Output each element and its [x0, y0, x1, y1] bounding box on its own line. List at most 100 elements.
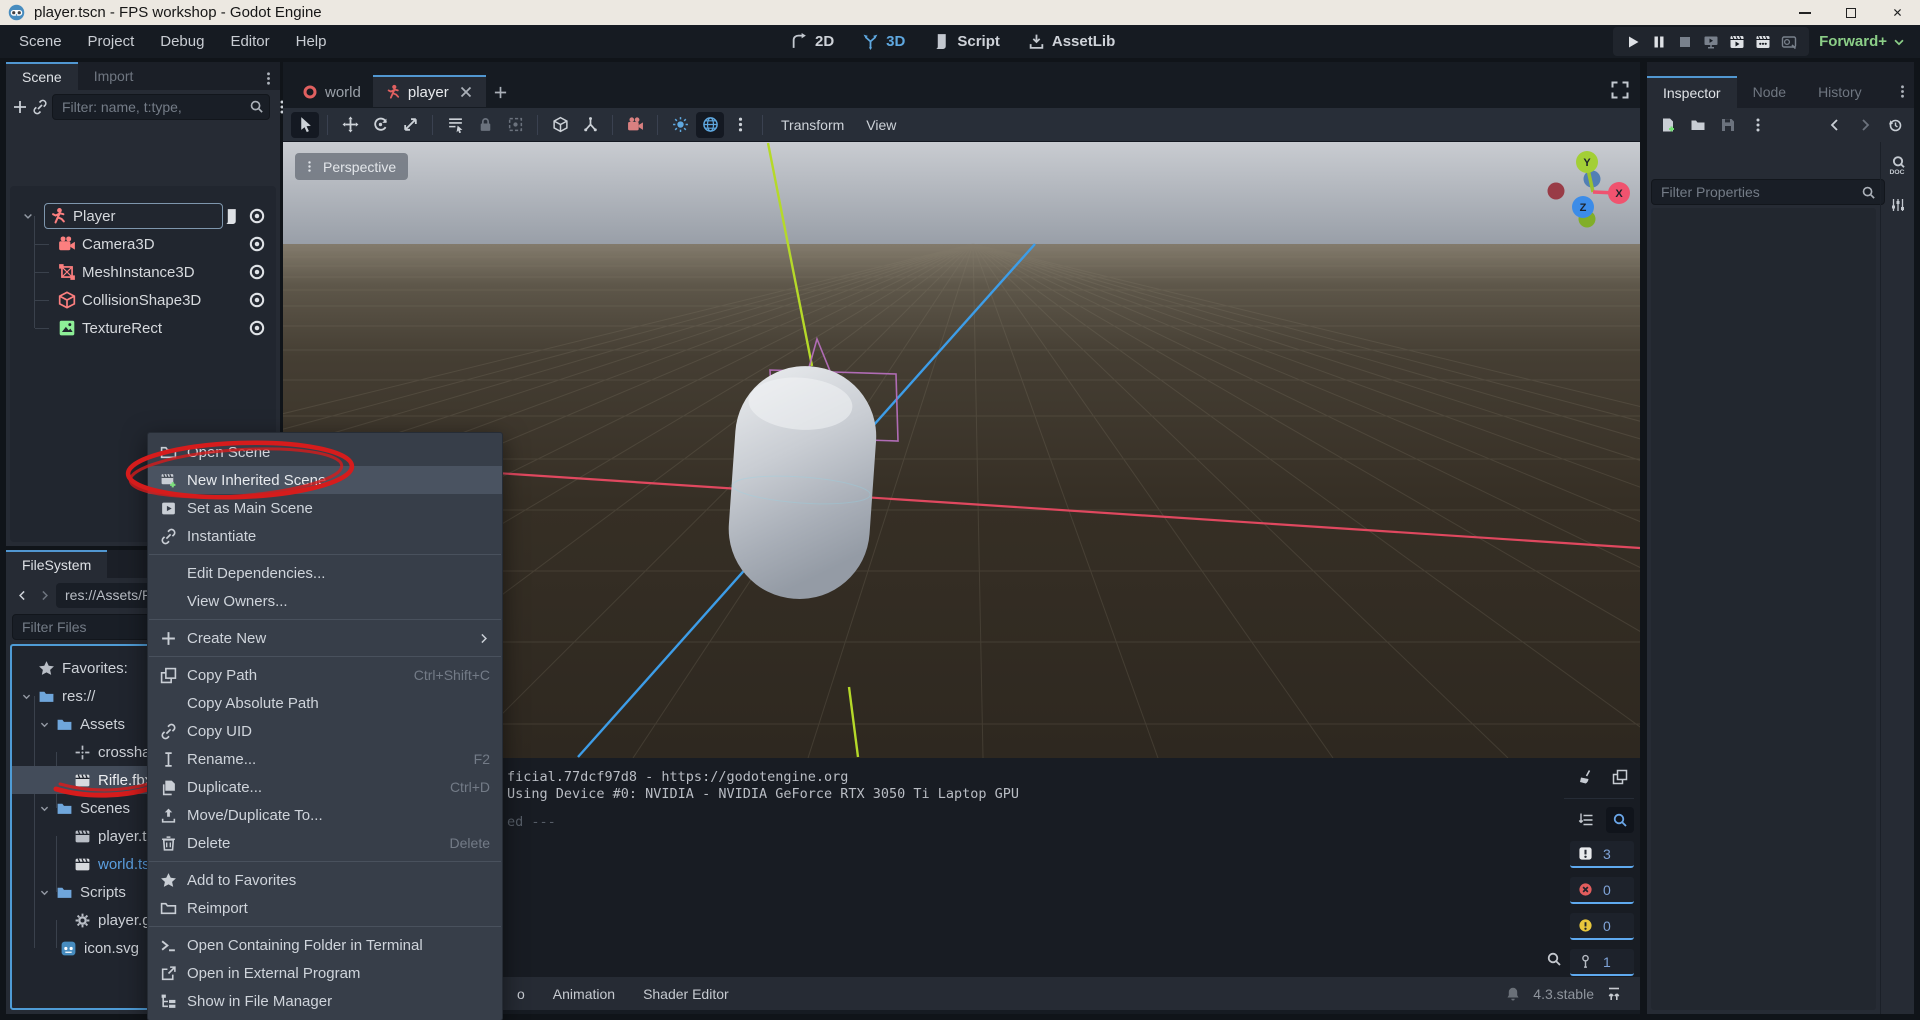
context-menu-item-reimport[interactable]: Reimport — [148, 894, 502, 922]
context-menu-item-move-duplicate-to[interactable]: Move/Duplicate To... — [148, 801, 502, 829]
debugger-badge-warning-square[interactable]: 3 — [1570, 841, 1634, 868]
scene-tree-node-player[interactable]: Player — [10, 202, 276, 230]
debugger-badge-message-pin[interactable]: 1 — [1570, 949, 1634, 976]
dock-options-dots[interactable] — [1890, 79, 1914, 103]
movie-maker-button[interactable] — [1776, 29, 1802, 55]
context-menu-item-delete[interactable]: DeleteDelete — [148, 829, 502, 857]
instantiate-scene-button[interactable] — [32, 94, 48, 120]
scale-tool[interactable] — [396, 112, 424, 138]
remote-debug-button[interactable] — [1698, 29, 1724, 55]
select-tool[interactable] — [291, 112, 319, 138]
context-menu-item-add-to-favorites[interactable]: Add to Favorites — [148, 866, 502, 894]
visibility-eye-icon[interactable] — [248, 291, 266, 309]
context-menu-item-create-new[interactable]: Create New — [148, 624, 502, 652]
viewport-menu-transform[interactable]: Transform — [771, 117, 854, 133]
snap-toggle[interactable] — [546, 112, 574, 138]
visibility-eye-icon[interactable] — [248, 235, 266, 253]
context-menu-item-open-containing-folder-in-terminal[interactable]: Open Containing Folder in Terminal — [148, 931, 502, 959]
node-name-box[interactable]: Player — [44, 203, 223, 229]
load-resource-button[interactable] — [1685, 112, 1711, 138]
new-resource-button[interactable] — [1655, 112, 1681, 138]
play-button[interactable] — [1620, 29, 1646, 55]
scene-tab-player[interactable]: player — [373, 75, 486, 107]
workspace-assetlib[interactable]: AssetLib — [1018, 25, 1125, 58]
nav-forward-button[interactable] — [34, 583, 54, 607]
new-scene-tab-button[interactable] — [486, 76, 516, 108]
debugger-badge-warning-circle[interactable]: 0 — [1570, 913, 1634, 940]
visibility-eye-icon[interactable] — [248, 207, 266, 225]
scene-filter-input[interactable] — [52, 94, 270, 120]
workspace-script[interactable]: Script — [923, 25, 1010, 58]
chevron-down-icon[interactable] — [39, 803, 50, 814]
renderer-selector[interactable]: Forward+ — [1819, 33, 1906, 50]
tab-history[interactable]: History — [1802, 76, 1878, 108]
menu-project[interactable]: Project — [75, 25, 148, 58]
view-options-dots[interactable] — [726, 112, 754, 138]
visibility-eye-icon[interactable] — [248, 263, 266, 281]
notification-bell-icon[interactable] — [1505, 986, 1521, 1002]
scene-tab-world[interactable]: world — [290, 76, 373, 108]
sun-toggle[interactable] — [666, 112, 694, 138]
menu-help[interactable]: Help — [283, 25, 340, 58]
search-docs-button[interactable]: DOC — [1885, 152, 1911, 178]
list-select-tool[interactable] — [441, 112, 469, 138]
clear-output-button[interactable] — [1572, 764, 1600, 790]
chevron-down-icon[interactable] — [22, 210, 34, 222]
menu-editor[interactable]: Editor — [217, 25, 282, 58]
object-history-button[interactable] — [1882, 112, 1908, 138]
copy-output-button[interactable] — [1606, 764, 1634, 790]
local-space-toggle[interactable] — [576, 112, 604, 138]
context-menu-item-copy-uid[interactable]: Copy UID — [148, 717, 502, 745]
minimize-button[interactable] — [1782, 0, 1828, 25]
stop-button[interactable] — [1672, 29, 1698, 55]
context-menu-item-open-in-external-program[interactable]: Open in External Program — [148, 959, 502, 987]
workspace-3d[interactable]: 3D — [852, 25, 915, 58]
visibility-eye-icon[interactable] — [248, 319, 266, 337]
play-scene-button[interactable] — [1724, 29, 1750, 55]
environment-toggle[interactable] — [696, 112, 724, 138]
attached-script-icon[interactable] — [223, 208, 240, 225]
context-menu-item-instantiate[interactable]: Instantiate — [148, 522, 502, 550]
dock-options-dots[interactable] — [256, 66, 280, 90]
scene-tree-node-texturerect[interactable]: TextureRect — [10, 314, 276, 342]
scene-tree-node-meshinstance3d[interactable]: MeshInstance3D — [10, 258, 276, 286]
scene-tree-node-collisionshape3d[interactable]: CollisionShape3D — [10, 286, 276, 314]
context-menu-item-duplicate[interactable]: Duplicate...Ctrl+D — [148, 773, 502, 801]
group-node-button[interactable] — [501, 112, 529, 138]
play-custom-scene-button[interactable] — [1750, 29, 1776, 55]
bottom-tab-shader-editor[interactable]: Shader Editor — [631, 977, 741, 1010]
close-button[interactable] — [1874, 0, 1920, 25]
workspace-2d[interactable]: 2D — [781, 25, 844, 58]
history-forward-button[interactable] — [1852, 112, 1878, 138]
resource-options-dots[interactable] — [1745, 112, 1771, 138]
context-menu-item-rename[interactable]: Rename...F2 — [148, 745, 502, 773]
bottom-tab-o[interactable]: o — [505, 977, 537, 1010]
context-menu-item-show-in-file-manager[interactable]: Show in File Manager — [148, 987, 502, 1015]
collapse-messages-button[interactable] — [1572, 807, 1600, 833]
inspector-filter-input[interactable] — [1651, 179, 1885, 205]
context-menu-item-copy-absolute-path[interactable]: Copy Absolute Path — [148, 689, 502, 717]
move-tool[interactable] — [336, 112, 364, 138]
context-menu-item-new-inherited-scene[interactable]: New Inherited Scene — [148, 466, 502, 494]
nav-back-button[interactable] — [12, 583, 32, 607]
projection-menu[interactable]: Perspective — [295, 153, 408, 180]
inspector-tools-button[interactable] — [1885, 192, 1911, 218]
menu-scene[interactable]: Scene — [6, 25, 75, 58]
tab-filesystem[interactable]: FileSystem — [6, 550, 107, 578]
orientation-gizmo[interactable]: Y X Z — [1533, 147, 1640, 239]
chevron-down-icon[interactable] — [21, 691, 32, 702]
tab-scene[interactable]: Scene — [6, 62, 78, 90]
context-menu-item-copy-path[interactable]: Copy PathCtrl+Shift+C — [148, 661, 502, 689]
lock-node-button[interactable] — [471, 112, 499, 138]
viewport-menu-view[interactable]: View — [856, 117, 906, 133]
rotate-tool[interactable] — [366, 112, 394, 138]
tab-node[interactable]: Node — [1737, 76, 1802, 108]
update-available-icon[interactable] — [1606, 986, 1622, 1002]
search-messages-button[interactable] — [1606, 807, 1634, 833]
history-back-button[interactable] — [1822, 112, 1848, 138]
chevron-down-icon[interactable] — [39, 719, 50, 730]
context-menu-item-set-as-main-scene[interactable]: Set as Main Scene — [148, 494, 502, 522]
camera-preview-toggle[interactable] — [621, 112, 649, 138]
add-node-button[interactable] — [12, 94, 28, 120]
close-tab-icon[interactable] — [458, 84, 474, 100]
